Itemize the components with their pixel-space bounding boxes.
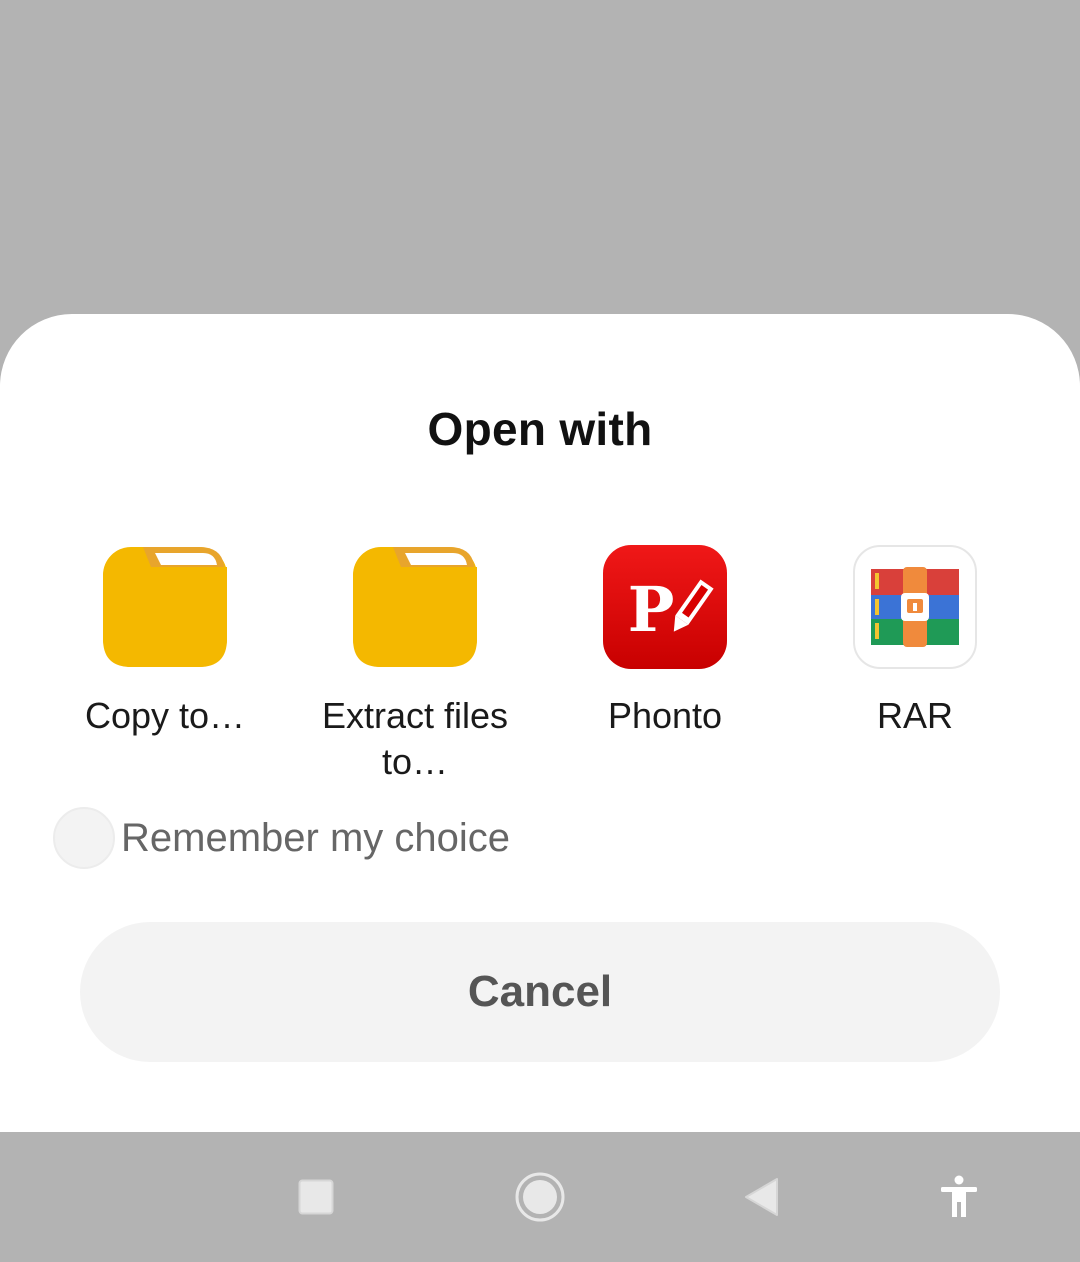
folder-icon [103, 545, 227, 669]
app-option-extract-files[interactable]: Extract files to… [290, 545, 540, 785]
remember-choice-label: Remember my choice [121, 815, 511, 860]
app-option-copy-to[interactable]: Copy to… [40, 545, 290, 739]
home-icon[interactable] [507, 1164, 573, 1230]
app-option-phonto[interactable]: P Phonto [540, 545, 790, 739]
phonto-app-icon: P [603, 545, 727, 669]
app-label: RAR [876, 695, 953, 736]
app-option-rar[interactable]: RAR [790, 545, 1040, 739]
app-label: Copy to… [84, 695, 246, 736]
app-label: Phonto [607, 695, 723, 736]
remember-choice-option[interactable]: Remember my choice [53, 805, 510, 871]
remember-choice-checkbox[interactable] [53, 807, 115, 869]
cancel-button[interactable]: Cancel [80, 922, 1000, 1062]
folder-icon [353, 545, 477, 669]
back-icon[interactable] [728, 1164, 794, 1230]
svg-text:P: P [628, 573, 675, 646]
dialog-title: Open with [427, 403, 653, 455]
app-label: Extract files to… [321, 695, 509, 782]
recents-icon[interactable] [283, 1164, 349, 1230]
dimmed-background[interactable] [0, 0, 1080, 314]
rar-app-icon [853, 545, 977, 669]
accessibility-icon[interactable] [926, 1164, 992, 1230]
